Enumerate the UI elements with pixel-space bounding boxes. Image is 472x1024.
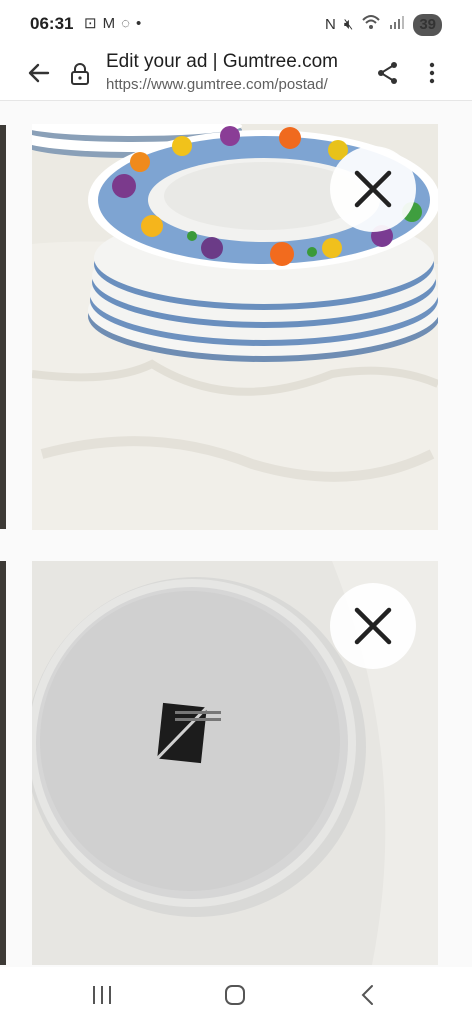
gmail-icon: M xyxy=(102,15,116,32)
wifi-icon xyxy=(361,14,381,36)
screenshot-icon: ⊡ xyxy=(84,15,97,32)
share-button[interactable] xyxy=(376,60,400,86)
back-arrow-button[interactable] xyxy=(26,60,52,86)
remove-photo-button[interactable] xyxy=(330,583,416,669)
battery-indicator: 39 xyxy=(413,14,442,36)
nav-back-button[interactable] xyxy=(358,983,378,1012)
back-arrow-icon xyxy=(28,63,50,83)
lock-icon[interactable] xyxy=(70,62,90,86)
status-bar: 06:31 ⊡ M ◌ • N 🔇︎ 39 xyxy=(0,0,472,48)
system-icons: N 🔇︎ 39 xyxy=(325,14,442,36)
home-button[interactable] xyxy=(223,983,247,1012)
home-icon xyxy=(225,985,245,1005)
photo-gallery xyxy=(0,101,472,967)
share-icon xyxy=(378,62,397,84)
browser-url-bar: Edit your ad | Gumtree.com https://www.g… xyxy=(0,48,472,101)
prev-photo-edge xyxy=(0,125,6,529)
recent-apps-icon xyxy=(93,986,111,1004)
page-url[interactable]: https://www.gumtree.com/postad/ xyxy=(106,76,328,93)
overflow-menu-button[interactable] xyxy=(422,60,442,86)
page-title[interactable]: Edit your ad | Gumtree.com xyxy=(106,51,338,73)
remove-photo-button[interactable] xyxy=(330,146,416,232)
nfc-icon: N xyxy=(325,16,336,33)
dot-icon: • xyxy=(136,15,142,32)
recent-apps-button[interactable] xyxy=(90,984,114,1011)
back-icon xyxy=(361,985,373,1005)
mute-icon: 🔇︎ xyxy=(343,16,354,33)
close-icon xyxy=(354,170,392,208)
close-icon xyxy=(354,607,392,645)
plate-underside-photo[interactable] xyxy=(32,561,438,965)
signal-icon xyxy=(389,15,405,35)
prev-photo-edge xyxy=(0,561,6,965)
whatsapp-icon: ◌ xyxy=(121,15,130,32)
stacked-plates-photo[interactable] xyxy=(32,124,438,530)
notification-icons: ⊡ M ◌ • xyxy=(84,14,141,34)
more-vert-icon xyxy=(429,62,435,84)
status-time: 06:31 xyxy=(30,14,74,33)
system-nav-bar xyxy=(0,967,472,1024)
